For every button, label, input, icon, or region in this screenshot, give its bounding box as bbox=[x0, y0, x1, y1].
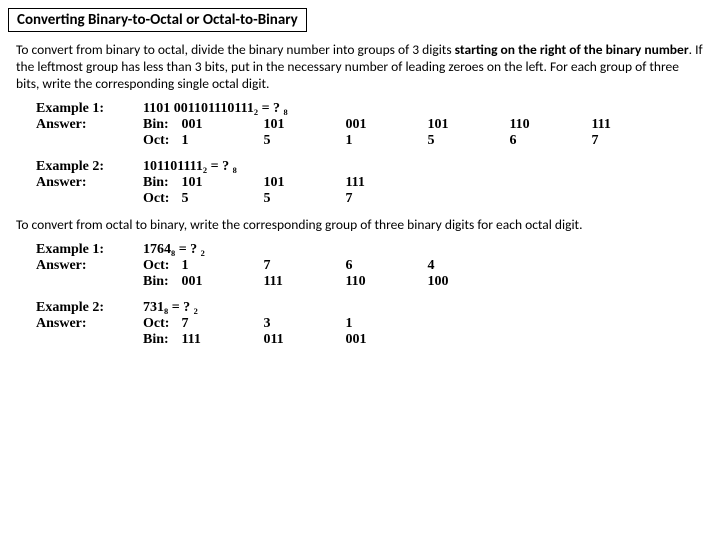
para1-pre: To convert from binary to octal, divide … bbox=[16, 41, 455, 58]
example-3: Example 1: 1764₈ = ? ₂ Answer: Oct: 1 7 … bbox=[36, 242, 712, 290]
ex2-oct-1: 5 bbox=[263, 191, 345, 207]
ex3-answer-label: Answer: bbox=[36, 258, 143, 274]
ex1-oct-2: 1 bbox=[345, 133, 427, 149]
ex2-label: Example 2: bbox=[36, 159, 143, 175]
ex4-oct-label: Oct: bbox=[143, 316, 181, 332]
example-4: Example 2: 731₈ = ? ₂ Answer: Oct: 7 3 1… bbox=[36, 300, 712, 348]
ex2-question: 101101111₂ = ? ₈ bbox=[143, 159, 427, 175]
ex3-oct-3: 4 bbox=[427, 258, 509, 274]
ex2-oct-label: Oct: bbox=[143, 191, 181, 207]
ex1-bin-1: 101 bbox=[263, 117, 345, 133]
ex2-bin-2: 111 bbox=[345, 175, 427, 191]
ex1-bin-5: 111 bbox=[591, 117, 673, 133]
para1-bold: starting on the right of the binary numb… bbox=[455, 41, 689, 58]
ex1-answer-label: Answer: bbox=[36, 117, 143, 133]
ex2-answer-label: Answer: bbox=[36, 175, 143, 191]
ex4-oct-2: 1 bbox=[345, 316, 427, 332]
ex1-oct-1: 5 bbox=[263, 133, 345, 149]
ex2-bin-1: 101 bbox=[263, 175, 345, 191]
ex4-oct-0: 7 bbox=[181, 316, 263, 332]
ex3-bin-3: 100 bbox=[427, 274, 509, 290]
example-2: Example 2: 101101111₂ = ? ₈ Answer: Bin:… bbox=[36, 159, 712, 207]
ex1-question: 1101 001101110111₂ = ? ₈ bbox=[143, 101, 591, 117]
ex1-bin-label: Bin: bbox=[143, 117, 181, 133]
ex3-question: 1764₈ = ? ₂ bbox=[143, 242, 509, 258]
ex3-bin-0: 001 bbox=[181, 274, 263, 290]
ex1-oct-4: 6 bbox=[509, 133, 591, 149]
ex4-bin-1: 011 bbox=[263, 332, 345, 348]
ex1-bin-2: 001 bbox=[345, 117, 427, 133]
example-1: Example 1: 1101 001101110111₂ = ? ₈ Answ… bbox=[36, 101, 712, 149]
ex1-bin-0: 001 bbox=[181, 117, 263, 133]
ex3-oct-0: 1 bbox=[181, 258, 263, 274]
ex4-bin-2: 001 bbox=[345, 332, 427, 348]
ex1-oct-3: 5 bbox=[427, 133, 509, 149]
ex1-oct-label: Oct: bbox=[143, 133, 181, 149]
ex2-oct-2: 7 bbox=[345, 191, 427, 207]
ex1-label: Example 1: bbox=[36, 101, 143, 117]
ex1-bin-3: 101 bbox=[427, 117, 509, 133]
intro-para-2: To convert from octal to binary, write t… bbox=[16, 217, 704, 234]
ex4-bin-label: Bin: bbox=[143, 332, 181, 348]
ex3-label: Example 1: bbox=[36, 242, 143, 258]
ex2-oct-0: 5 bbox=[181, 191, 263, 207]
ex2-bin-label: Bin: bbox=[143, 175, 181, 191]
ex3-oct-1: 7 bbox=[263, 258, 345, 274]
ex3-oct-label: Oct: bbox=[143, 258, 181, 274]
ex3-bin-2: 110 bbox=[345, 274, 427, 290]
ex2-bin-0: 101 bbox=[181, 175, 263, 191]
ex3-oct-2: 6 bbox=[345, 258, 427, 274]
ex3-bin-label: Bin: bbox=[143, 274, 181, 290]
ex3-bin-1: 111 bbox=[263, 274, 345, 290]
ex1-oct-0: 1 bbox=[181, 133, 263, 149]
intro-para-1: To convert from binary to octal, divide … bbox=[16, 42, 704, 93]
page-title: Converting Binary-to-Octal or Octal-to-B… bbox=[8, 8, 307, 32]
ex1-oct-5: 7 bbox=[591, 133, 673, 149]
ex1-bin-4: 110 bbox=[509, 117, 591, 133]
ex4-label: Example 2: bbox=[36, 300, 143, 316]
ex4-oct-1: 3 bbox=[263, 316, 345, 332]
ex4-answer-label: Answer: bbox=[36, 316, 143, 332]
ex4-question: 731₈ = ? ₂ bbox=[143, 300, 427, 316]
ex4-bin-0: 111 bbox=[181, 332, 263, 348]
